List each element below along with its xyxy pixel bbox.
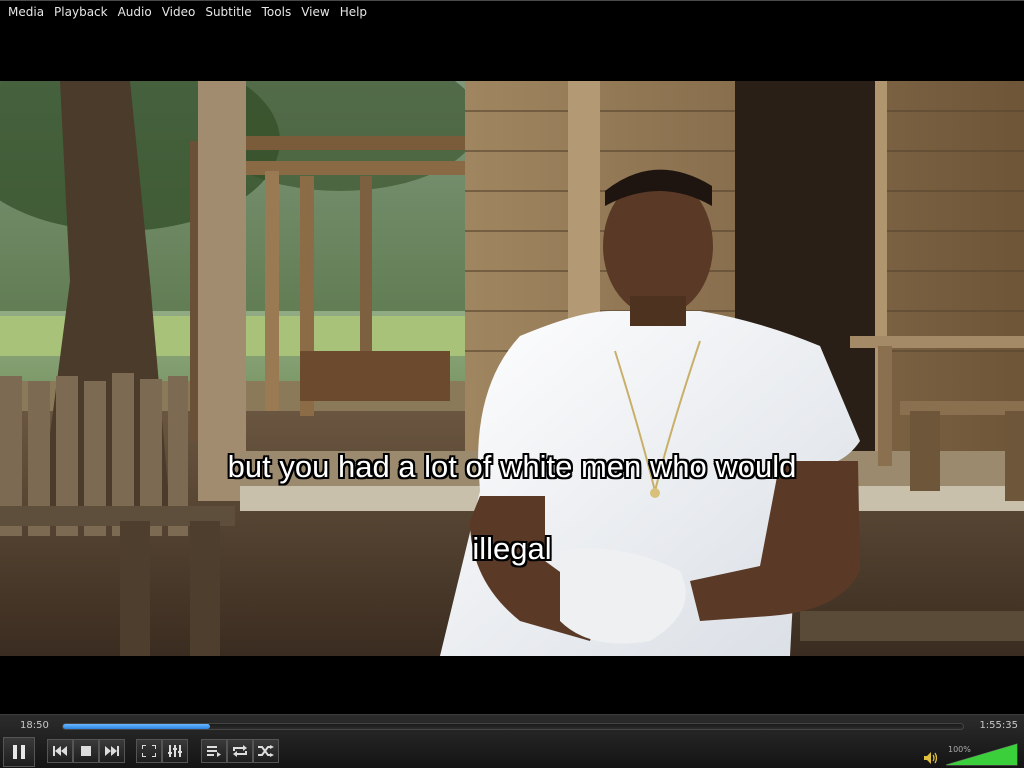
menu-video[interactable]: Video <box>157 2 201 22</box>
pause-button[interactable] <box>3 737 35 767</box>
fullscreen-button[interactable] <box>136 739 162 763</box>
pause-icon <box>13 745 25 759</box>
seek-progress <box>63 724 210 729</box>
previous-icon <box>53 746 67 756</box>
menu-audio[interactable]: Audio <box>113 2 157 22</box>
menu-help[interactable]: Help <box>335 2 372 22</box>
menu-playback[interactable]: Playback <box>49 2 113 22</box>
menu-bar: Media Playback Audio Video Subtitle Tool… <box>0 0 1024 22</box>
controls-bar: 18:50 1:55:35 100% <box>0 714 1024 768</box>
menu-view[interactable]: View <box>296 2 334 22</box>
total-time[interactable]: 1:55:35 <box>979 720 1018 731</box>
playlist-icon <box>207 746 221 757</box>
menu-media[interactable]: Media <box>3 2 49 22</box>
next-button[interactable] <box>99 739 125 763</box>
extended-settings-icon <box>168 745 182 757</box>
video-area[interactable]: but you had a lot of white men who would… <box>0 22 1024 714</box>
fullscreen-icon <box>142 745 156 757</box>
loop-icon <box>233 745 247 757</box>
subtitle-line-2: illegal <box>472 531 552 566</box>
playlist-button[interactable] <box>201 739 227 763</box>
video-frame[interactable] <box>0 81 1024 656</box>
shuffle-button[interactable] <box>253 739 279 763</box>
extended-settings-button[interactable] <box>162 739 188 763</box>
stop-button[interactable] <box>73 739 99 763</box>
seek-slider[interactable] <box>62 723 964 730</box>
stop-icon <box>81 746 91 756</box>
shuffle-icon <box>258 745 274 757</box>
previous-button[interactable] <box>47 739 73 763</box>
subtitle-line-1: but you had a lot of white men who would <box>227 449 797 484</box>
speaker-icon[interactable] <box>924 752 938 764</box>
volume-slider[interactable] <box>946 743 1018 766</box>
loop-button[interactable] <box>227 739 253 763</box>
menu-tools[interactable]: Tools <box>257 2 297 22</box>
video-scene <box>0 81 1024 656</box>
elapsed-time[interactable]: 18:50 <box>20 720 49 731</box>
menu-subtitle[interactable]: Subtitle <box>200 2 256 22</box>
next-icon <box>105 746 119 756</box>
